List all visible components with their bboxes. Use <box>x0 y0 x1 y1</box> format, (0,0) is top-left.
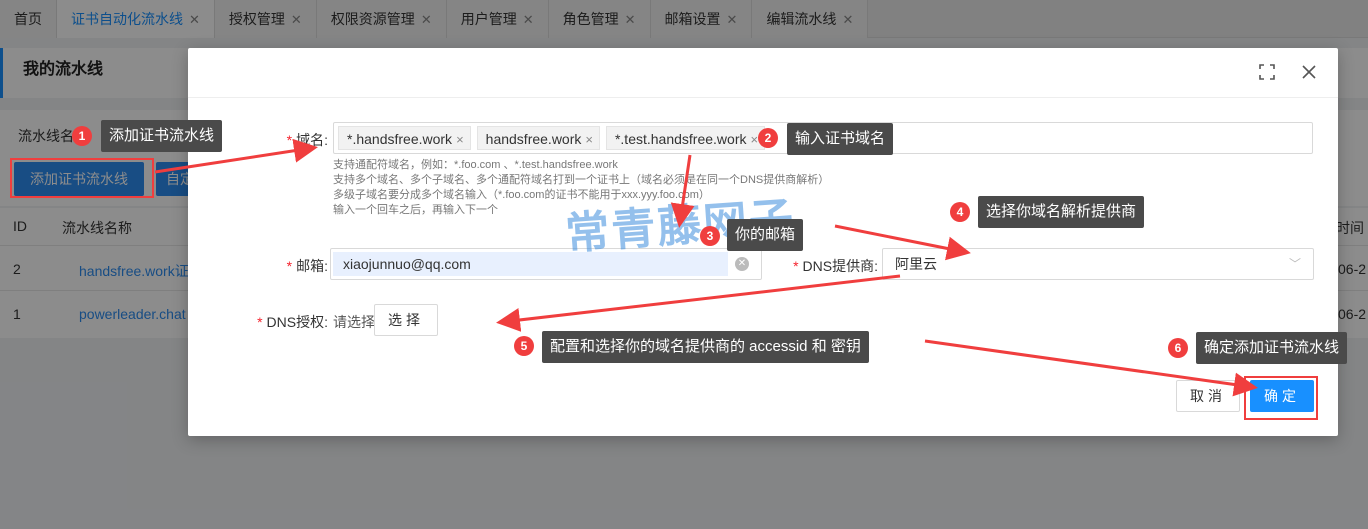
dns-auth-select-button[interactable]: 选择 <box>374 304 438 336</box>
highlight-box <box>1244 376 1318 420</box>
step-badge: 3 <box>700 226 720 246</box>
dns-provider-label: * DNS提供商: <box>793 258 878 274</box>
cancel-button[interactable]: 取消 <box>1176 380 1240 412</box>
dns-auth-label: * DNS授权: <box>257 314 328 330</box>
domain-tag: *.handsfree.work × <box>338 126 471 150</box>
domain-tag: handsfree.work × <box>476 126 600 150</box>
step-badge: 5 <box>514 336 534 356</box>
dns-provider-select[interactable]: 阿里云 ﹀ <box>882 248 1314 280</box>
step-callout: 输入证书域名 <box>787 123 894 155</box>
close-icon[interactable]: × <box>456 132 464 147</box>
step-badge: 6 <box>1168 338 1188 358</box>
domain-label: * 域名: <box>286 132 328 148</box>
step-badge: 1 <box>72 126 92 146</box>
close-icon[interactable] <box>1300 64 1318 82</box>
step-badge: 4 <box>950 202 970 222</box>
highlight-box <box>10 158 154 198</box>
domain-tag: *.test.handsfree.work × <box>605 126 766 150</box>
fullscreen-icon[interactable] <box>1258 64 1276 82</box>
step-callout: 配置和选择你的域名提供商的 accessid 和 密钥 <box>542 331 869 363</box>
dns-auth-placeholder: 请选择 <box>333 314 375 330</box>
dialog-header <box>188 48 1338 98</box>
close-icon[interactable]: × <box>750 132 758 147</box>
step-callout: 确定添加证书流水线 <box>1196 332 1348 364</box>
clear-icon[interactable]: ✕ <box>735 257 749 271</box>
step-callout: 添加证书流水线 <box>101 120 223 152</box>
step-callout: 选择你域名解析提供商 <box>978 196 1145 228</box>
close-icon[interactable]: × <box>585 132 593 147</box>
step-badge: 2 <box>758 128 778 148</box>
step-callout: 你的邮箱 <box>727 219 804 251</box>
email-label: * 邮箱: <box>286 258 328 274</box>
chevron-down-icon: ﹀ <box>1288 257 1301 271</box>
